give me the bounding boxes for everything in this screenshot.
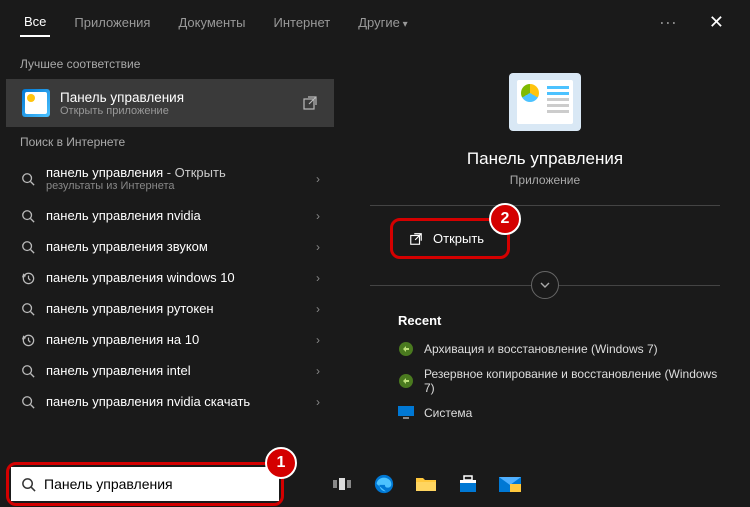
taskbar-task-view[interactable] [324, 466, 360, 502]
recent-item[interactable]: Резервное копирование и восстановление (… [398, 362, 720, 400]
taskbar-edge[interactable] [366, 466, 402, 502]
history-icon [20, 270, 36, 285]
results-panel: Лучшее соответствие Панель управления От… [0, 45, 340, 465]
tab-all[interactable]: Все [20, 8, 50, 37]
more-button[interactable]: ··· [653, 12, 683, 33]
recent-item[interactable]: Архивация и восстановление (Windows 7) [398, 336, 720, 362]
search-result-item[interactable]: панель управления nvidia скачать› [0, 386, 340, 417]
chevron-right-icon: › [316, 240, 320, 254]
search-result-item[interactable]: панель управления windows 10› [0, 262, 340, 293]
search-icon [20, 395, 36, 409]
result-text: панель управления windows 10 [46, 270, 316, 285]
chevron-down-icon [539, 279, 551, 291]
result-text: панель управления рутокен [46, 301, 316, 316]
taskbar-mail[interactable] [492, 466, 528, 502]
search-result-item[interactable]: панель управления на 10› [0, 324, 340, 355]
recent-list: Архивация и восстановление (Windows 7) Ре… [370, 336, 720, 426]
chevron-right-icon: › [316, 364, 320, 378]
expand-toggle[interactable] [531, 271, 559, 299]
recent-item[interactable]: Система [398, 400, 720, 426]
taskbar-store[interactable] [450, 466, 486, 502]
taskbar-explorer[interactable] [408, 466, 444, 502]
preview-title: Панель управления [467, 149, 623, 169]
chevron-right-icon: › [316, 302, 320, 316]
best-match-item[interactable]: Панель управления Открыть приложение [6, 79, 334, 127]
open-external-icon [302, 95, 318, 111]
web-search-header: Поиск в Интернете [0, 127, 340, 157]
search-result-item[interactable]: панель управления intel› [0, 355, 340, 386]
taskbar-search-box[interactable] [11, 467, 279, 501]
open-button[interactable]: Открыть 2 [390, 218, 510, 259]
backup-icon [398, 341, 414, 357]
result-text: панель управления nvidia [46, 208, 316, 223]
chevron-right-icon: › [316, 333, 320, 347]
search-tabs: Все Приложения Документы Интернет Другие… [0, 0, 750, 45]
close-button[interactable]: ✕ [703, 12, 730, 33]
control-panel-icon [22, 89, 50, 117]
search-icon [20, 209, 36, 223]
monitor-icon [398, 405, 414, 421]
backup-icon [398, 373, 414, 389]
tab-internet[interactable]: Интернет [269, 9, 334, 36]
preview-subtitle: Приложение [510, 173, 580, 187]
result-text: панель управления intel [46, 363, 316, 378]
search-icon [20, 172, 36, 186]
search-input[interactable] [44, 476, 269, 492]
search-icon [20, 364, 36, 378]
chevron-right-icon: › [316, 271, 320, 285]
tab-apps[interactable]: Приложения [70, 9, 154, 36]
annotation-step-1: 1 [265, 447, 297, 479]
result-text: панель управления nvidia скачать [46, 394, 316, 409]
search-icon [21, 477, 36, 492]
search-result-item[interactable]: панель управления звуком› [0, 231, 340, 262]
result-text: панель управления звуком [46, 239, 316, 254]
search-icon [20, 240, 36, 254]
chevron-right-icon: › [316, 172, 320, 186]
recent-item-label: Архивация и восстановление (Windows 7) [424, 342, 658, 356]
recent-item-label: Система [424, 406, 472, 420]
result-text: панель управления - Открытьрезультаты из… [46, 165, 316, 192]
chevron-right-icon: › [316, 209, 320, 223]
result-text: панель управления на 10 [46, 332, 316, 347]
search-result-item[interactable]: панель управления nvidia› [0, 200, 340, 231]
best-match-header: Лучшее соответствие [0, 49, 340, 79]
search-box-highlight: 1 [6, 462, 284, 506]
history-icon [20, 332, 36, 347]
annotation-step-2: 2 [489, 203, 521, 235]
search-icon [20, 302, 36, 316]
recent-item-label: Резервное копирование и восстановление (… [424, 367, 720, 395]
open-external-icon [409, 232, 423, 246]
tab-documents[interactable]: Документы [174, 9, 249, 36]
chevron-right-icon: › [316, 395, 320, 409]
best-match-title: Панель управления [60, 90, 302, 105]
best-match-subtitle: Открыть приложение [60, 105, 302, 117]
preview-panel: Панель управления Приложение Открыть 2 R… [340, 45, 750, 465]
search-result-item[interactable]: панель управления - Открытьрезультаты из… [0, 157, 340, 200]
recent-header: Recent [398, 313, 441, 328]
search-result-item[interactable]: панель управления рутокен› [0, 293, 340, 324]
taskbar-area: 1 [0, 461, 750, 507]
preview-app-icon [509, 73, 581, 131]
tab-other[interactable]: Другие [354, 9, 411, 36]
open-button-label: Открыть [433, 231, 484, 246]
